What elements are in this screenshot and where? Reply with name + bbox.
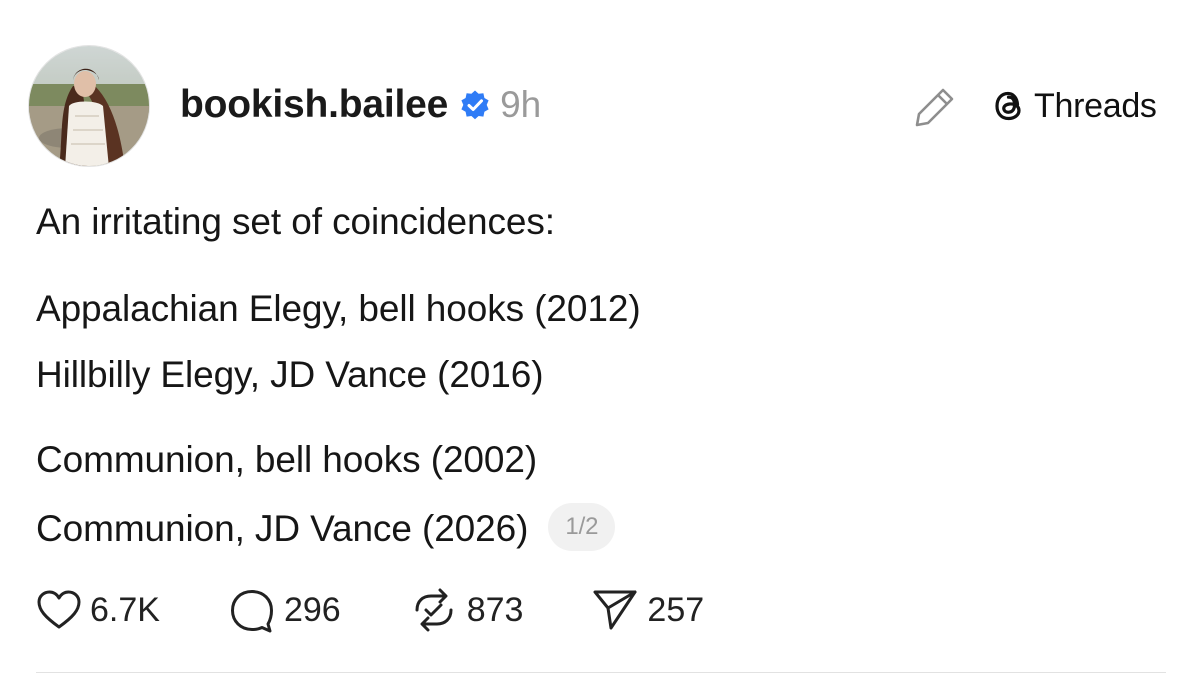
heart-icon bbox=[36, 589, 82, 631]
avatar[interactable] bbox=[28, 45, 150, 167]
repost-button[interactable]: 873 bbox=[409, 588, 524, 632]
pencil-icon[interactable] bbox=[912, 84, 958, 130]
repost-count: 873 bbox=[466, 590, 524, 629]
repost-icon bbox=[409, 588, 459, 632]
page-indicator-badge: 1/2 bbox=[548, 503, 616, 551]
post-text-line: Appalachian Elegy, bell hooks (2012) bbox=[36, 288, 641, 329]
threads-brand[interactable]: Threads bbox=[990, 84, 1157, 128]
like-button[interactable]: 6.7K bbox=[36, 589, 160, 631]
share-count: 257 bbox=[647, 590, 705, 629]
post-text-line: Hillbilly Elegy, JD Vance (2016) bbox=[36, 354, 544, 395]
post-text-line: An irritating set of coincidences: bbox=[36, 201, 555, 242]
post-text-line-last: Communion, JD Vance (2026) 1/2 bbox=[36, 503, 616, 555]
avatar-photo bbox=[29, 46, 149, 166]
post-text-line: Communion, bell hooks (2002) bbox=[36, 439, 538, 480]
post-text-line: Communion, JD Vance (2026) bbox=[36, 507, 529, 549]
comment-icon bbox=[228, 587, 276, 633]
share-button[interactable]: 257 bbox=[591, 588, 704, 632]
threads-logo-icon bbox=[990, 86, 1028, 126]
username-link[interactable]: bookish.bailee bbox=[180, 83, 448, 127]
threads-wordmark: Threads bbox=[1034, 86, 1157, 125]
verified-badge-icon bbox=[458, 88, 492, 122]
like-count: 6.7K bbox=[90, 590, 160, 629]
send-icon bbox=[591, 588, 639, 632]
thread-post: bookish.bailee 9h Threads An irritating … bbox=[0, 0, 1200, 687]
post-timestamp: 9h bbox=[500, 84, 542, 125]
post-divider bbox=[36, 672, 1166, 673]
reply-button[interactable]: 296 bbox=[228, 587, 341, 633]
post-header: bookish.bailee 9h bbox=[180, 80, 541, 130]
reply-count: 296 bbox=[283, 590, 341, 629]
action-bar: 6.7K 296 873 257 bbox=[36, 585, 772, 635]
